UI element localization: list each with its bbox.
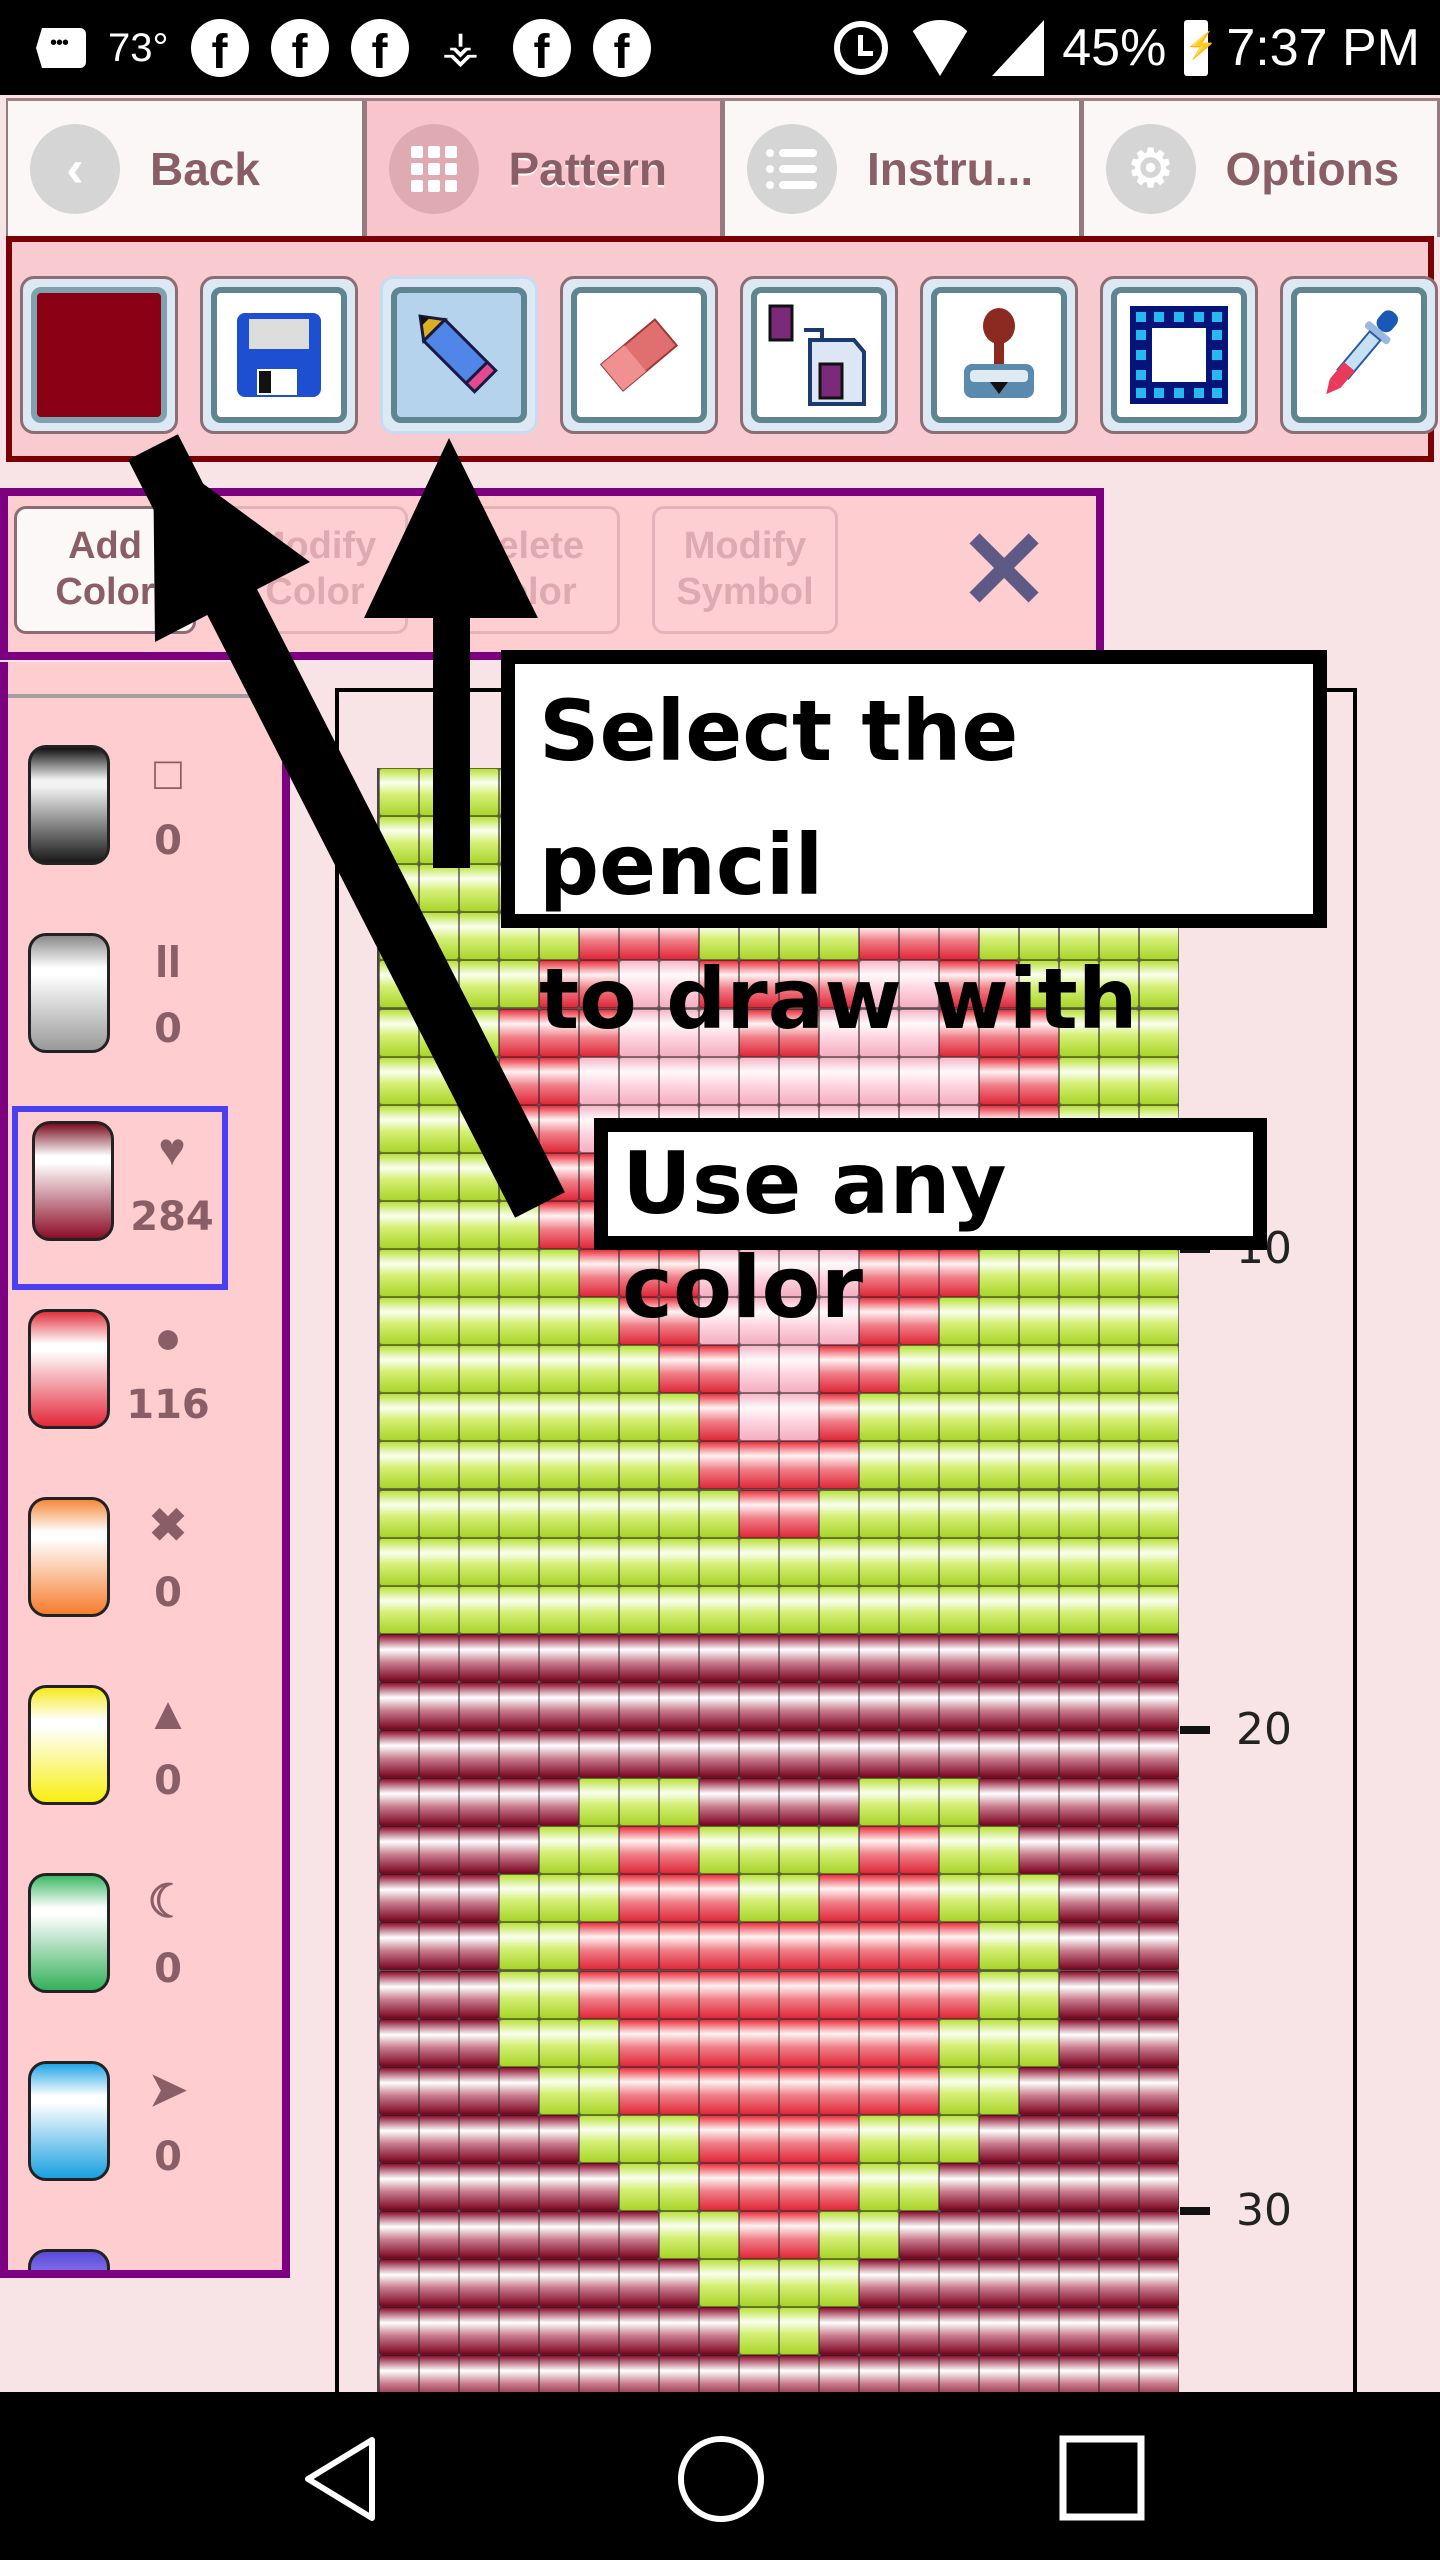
color-instruction-callout: Use any color [594,1118,1267,1338]
arrow-head [364,438,538,618]
android-nav-bar [0,2392,1440,2560]
pencil-instruction-callout: Select the pencil to draw with [501,650,1327,1048]
back-triangle-icon[interactable] [300,2434,380,2524]
recents-square-icon[interactable] [1058,2434,1148,2524]
home-circle-icon[interactable] [676,2434,766,2524]
